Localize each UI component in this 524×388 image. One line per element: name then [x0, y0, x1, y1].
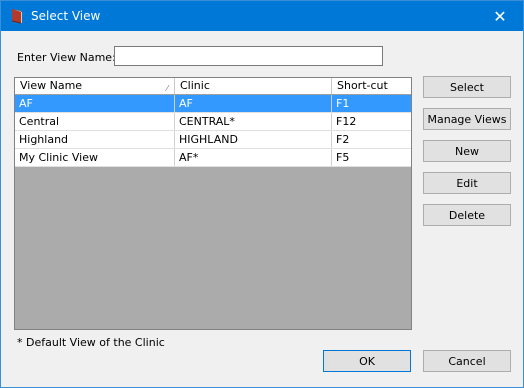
table-row[interactable]: Central CENTRAL* F12 [15, 113, 411, 131]
cell-shortcut: F1 [336, 97, 350, 110]
app-book-icon [11, 9, 22, 24]
select-view-dialog: Select View ✕ Enter View Name: View Name… [0, 0, 524, 388]
cell-clinic: CENTRAL* [175, 113, 332, 130]
new-button[interactable]: New [423, 140, 511, 162]
delete-button[interactable]: Delete [423, 204, 511, 226]
cancel-button[interactable]: Cancel [423, 350, 511, 372]
view-name-input[interactable] [114, 46, 383, 66]
cell-view-name: Central [15, 113, 175, 130]
table-row[interactable]: AF AF F1 [15, 95, 411, 113]
cell-clinic: HIGHLAND [175, 131, 332, 148]
close-icon: ✕ [493, 6, 507, 26]
column-header-shortcut[interactable]: Short-cut [332, 78, 411, 94]
manage-views-button[interactable]: Manage Views [423, 108, 511, 130]
view-name-label: Enter View Name: [17, 51, 116, 64]
column-header-clinic[interactable]: Clinic [175, 78, 332, 94]
table-header: View Name ⁄ Clinic Short-cut [15, 78, 411, 95]
close-button[interactable]: ✕ [477, 1, 523, 31]
table-row[interactable]: Highland HIGHLAND F2 [15, 131, 411, 149]
table-row[interactable]: My Clinic View AF* F5 [15, 149, 411, 167]
cell-clinic: AF [175, 95, 332, 112]
column-header-view-name[interactable]: View Name ⁄ [15, 78, 175, 94]
cell-view-name: AF [15, 95, 175, 112]
edit-button[interactable]: Edit [423, 172, 511, 194]
default-view-footnote: * Default View of the Clinic [17, 336, 165, 349]
window-title: Select View [31, 9, 101, 23]
ok-button[interactable]: OK [323, 350, 411, 372]
cell-view-name: My Clinic View [15, 149, 175, 166]
cell-clinic: AF* [175, 149, 332, 166]
cell-shortcut: F2 [336, 133, 350, 146]
cell-shortcut: F12 [336, 115, 357, 128]
cell-shortcut: F5 [336, 151, 350, 164]
cell-view-name: Highland [15, 131, 175, 148]
select-button[interactable]: Select [423, 76, 511, 98]
views-table[interactable]: View Name ⁄ Clinic Short-cut AF AF F1 Ce… [14, 77, 412, 330]
title-bar[interactable]: Select View ✕ [1, 1, 523, 31]
